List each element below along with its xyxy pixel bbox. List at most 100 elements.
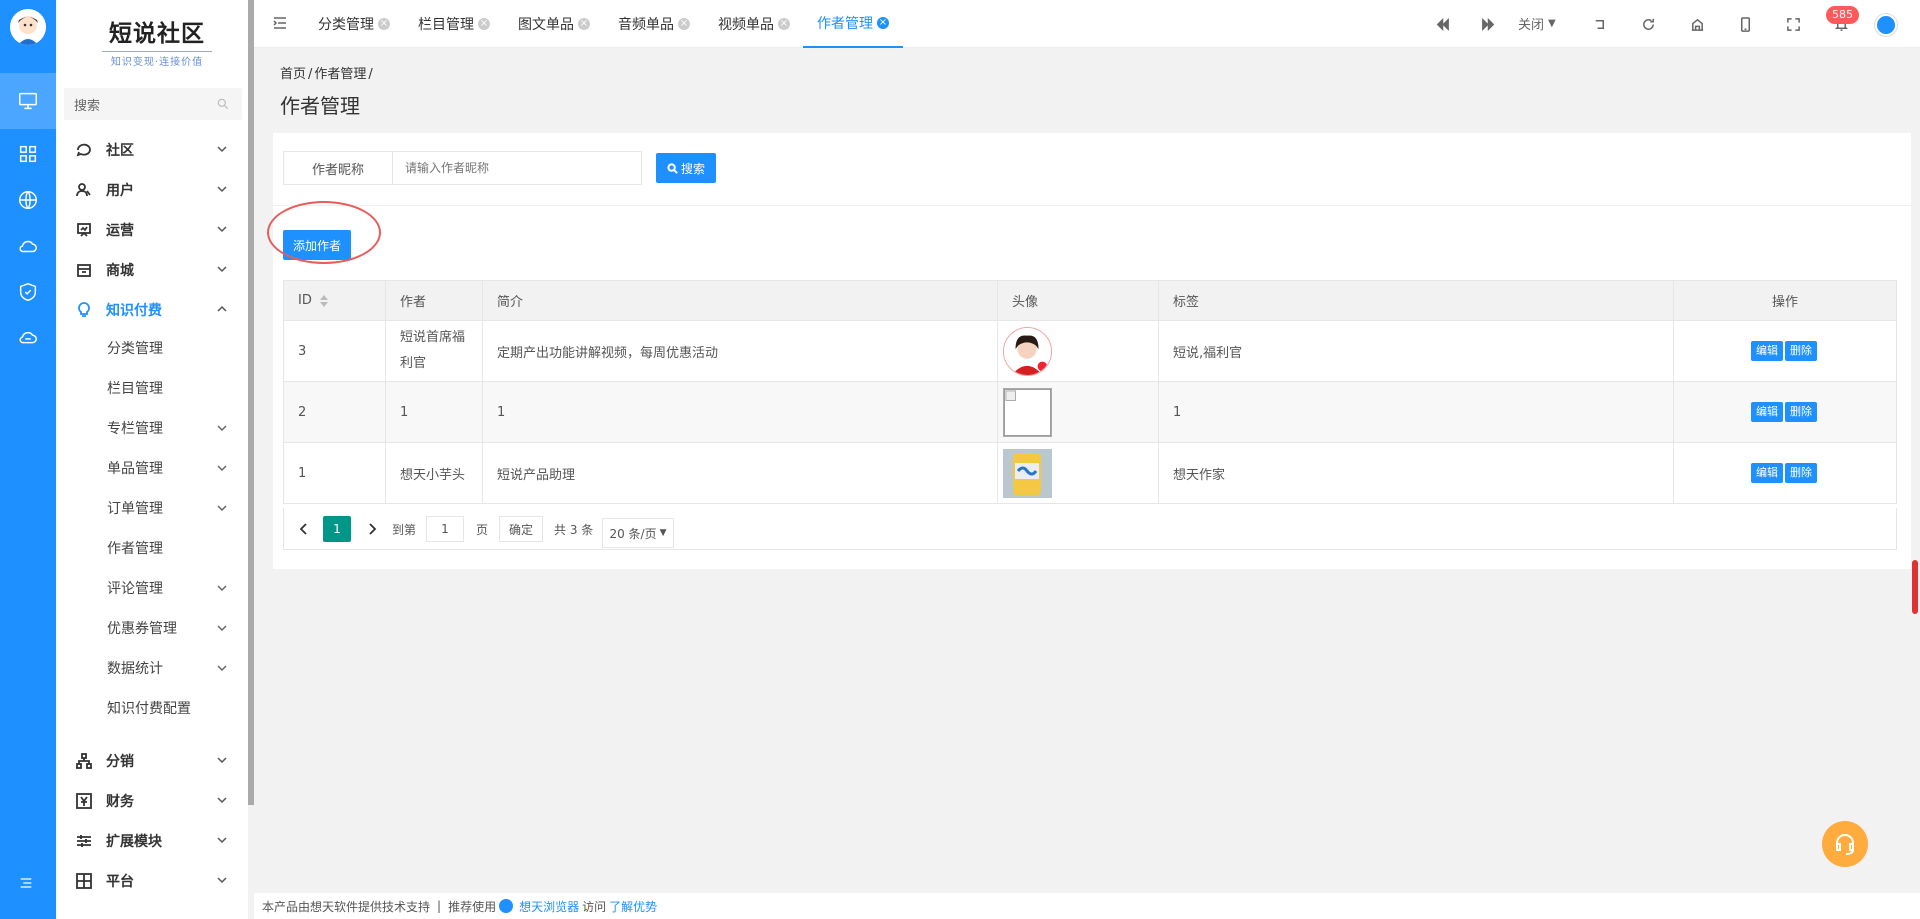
sitemap-icon — [76, 753, 92, 769]
close-tab-icon[interactable]: × — [778, 18, 790, 30]
tab-authors[interactable]: 作者管理 × — [803, 0, 903, 48]
scrollbar[interactable] — [1912, 560, 1918, 614]
caret-down-icon: ▼ — [1548, 18, 1556, 29]
breadcrumb-sep: / — [368, 67, 373, 82]
cell-author: 想天小芋头 — [385, 442, 483, 504]
menu-extensions[interactable]: 扩展模块 — [56, 821, 248, 861]
menu-label: 平台 — [106, 874, 134, 890]
submenu-label: 优惠券管理 — [107, 621, 177, 637]
user-avatar[interactable] — [10, 9, 46, 45]
tab-category[interactable]: 分类管理 × — [318, 0, 390, 48]
close-tab-icon[interactable]: × — [877, 17, 889, 29]
author-nickname-input[interactable] — [392, 151, 642, 185]
submenu-comments[interactable]: 评论管理 — [56, 568, 248, 608]
col-id-label: ID — [298, 293, 312, 308]
rail-dashboard-icon[interactable] — [0, 73, 56, 129]
goto-confirm-button[interactable]: 确定 — [499, 516, 543, 542]
close-tab-icon[interactable]: × — [378, 18, 390, 30]
lightbulb-icon — [76, 302, 92, 318]
topbar-avatar[interactable] — [1875, 14, 1897, 36]
chevron-down-icon — [216, 662, 228, 674]
submenu-orders[interactable]: 订单管理 — [56, 488, 248, 528]
chevron-down-icon — [216, 462, 228, 474]
page-current[interactable]: 1 — [323, 516, 351, 542]
tab-audio[interactable]: 音频单品 × — [618, 0, 690, 48]
mobile-icon[interactable] — [1735, 14, 1755, 34]
rewind-icon[interactable] — [1432, 14, 1452, 34]
breadcrumb-current: 作者管理 — [314, 67, 367, 82]
submenu-knowledge-config[interactable]: 知识付费配置 — [56, 688, 248, 728]
author-avatar-image — [1003, 326, 1052, 376]
menu-label: 运营 — [106, 223, 134, 239]
tab-label: 分类管理 — [318, 17, 374, 33]
menu-knowledge-pay[interactable]: 知识付费 — [56, 290, 248, 330]
menu-community[interactable]: 社区 — [56, 130, 248, 170]
menu-search-placeholder: 搜索 — [74, 98, 101, 114]
chevron-down-icon — [216, 183, 228, 195]
cell-tags: 1 — [1158, 381, 1674, 443]
cell-intro: 定期产出功能讲解视频，每周优惠活动 — [482, 320, 998, 382]
chevron-down-icon — [216, 622, 228, 634]
edit-button[interactable]: 编辑 — [1751, 341, 1783, 361]
delete-button[interactable]: 删除 — [1785, 341, 1817, 361]
annotation-circle — [267, 201, 381, 264]
fullscreen-icon[interactable] — [1783, 14, 1803, 34]
undo-icon[interactable] — [1589, 14, 1609, 34]
menu-divider[interactable] — [248, 0, 254, 805]
delete-button[interactable]: 删除 — [1785, 463, 1817, 483]
menu-platform[interactable]: 平台 — [56, 861, 248, 901]
page-unit-label: 页 — [476, 522, 489, 537]
search-icon — [217, 98, 229, 110]
rail-menu-icon[interactable] — [18, 875, 38, 895]
menu-distribution[interactable]: 分销 — [56, 741, 248, 781]
rail-cloud-server-icon[interactable] — [0, 310, 56, 366]
submenu-statistics[interactable]: 数据统计 — [56, 648, 248, 688]
tab-video[interactable]: 视频单品 × — [718, 0, 790, 48]
menu-toggle-icon[interactable] — [272, 15, 290, 33]
icon-rail — [0, 0, 56, 919]
tab-column[interactable]: 栏目管理 × — [418, 0, 490, 48]
sort-icon[interactable] — [319, 294, 328, 307]
submenu-single-item[interactable]: 单品管理 — [56, 448, 248, 488]
logo-title: 短说社区 — [109, 20, 205, 47]
submenu-special-column[interactable]: 专栏管理 — [56, 408, 248, 448]
delete-button[interactable]: 删除 — [1785, 402, 1817, 422]
close-dropdown[interactable]: 关闭 ▼ — [1518, 14, 1556, 33]
close-tab-icon[interactable]: × — [578, 18, 590, 30]
page-size-select[interactable]: 20 条/页 ▼ — [602, 518, 674, 548]
broken-image-icon — [1003, 387, 1052, 437]
submenu-label: 栏目管理 — [107, 381, 163, 397]
author-avatar-image — [1003, 448, 1052, 498]
tab-label: 音频单品 — [618, 17, 674, 33]
close-tab-icon[interactable]: × — [478, 18, 490, 30]
menu-mall[interactable]: 商城 — [56, 250, 248, 290]
breadcrumb-home[interactable]: 首页 — [280, 67, 306, 82]
goto-page-input[interactable]: 1 — [426, 516, 464, 542]
menu-finance[interactable]: 财务 — [56, 781, 248, 821]
submenu-category[interactable]: 分类管理 — [56, 328, 248, 368]
refresh-icon[interactable] — [1638, 14, 1658, 34]
submenu-authors[interactable]: 作者管理 — [56, 528, 248, 568]
chevron-down-icon — [216, 502, 228, 514]
tab-article[interactable]: 图文单品 × — [518, 0, 590, 48]
home-icon[interactable] — [1687, 14, 1707, 34]
fast-forward-icon[interactable] — [1478, 14, 1498, 34]
search-button[interactable]: 搜索 — [656, 153, 716, 183]
menu-users[interactable]: 用户 — [56, 170, 248, 210]
customer-service-icon[interactable] — [1822, 821, 1868, 867]
edit-button[interactable]: 编辑 — [1751, 402, 1783, 422]
browser-link[interactable]: 想天浏览器 — [519, 898, 579, 915]
submenu-coupons[interactable]: 优惠券管理 — [56, 608, 248, 648]
close-label: 关闭 — [1518, 18, 1545, 33]
next-page-icon[interactable] — [364, 516, 380, 542]
learn-advantages-link[interactable]: 了解优势 — [609, 898, 657, 915]
col-id[interactable]: ID — [283, 280, 386, 321]
col-ops: 操作 — [1673, 280, 1897, 321]
edit-button[interactable]: 编辑 — [1751, 463, 1783, 483]
close-tab-icon[interactable]: × — [678, 18, 690, 30]
menu-search-input[interactable]: 搜索 — [64, 88, 242, 120]
submenu-column[interactable]: 栏目管理 — [56, 368, 248, 408]
menu-operations[interactable]: 运营 — [56, 210, 248, 250]
chevron-down-icon — [216, 223, 228, 235]
prev-page-icon[interactable] — [296, 516, 312, 542]
